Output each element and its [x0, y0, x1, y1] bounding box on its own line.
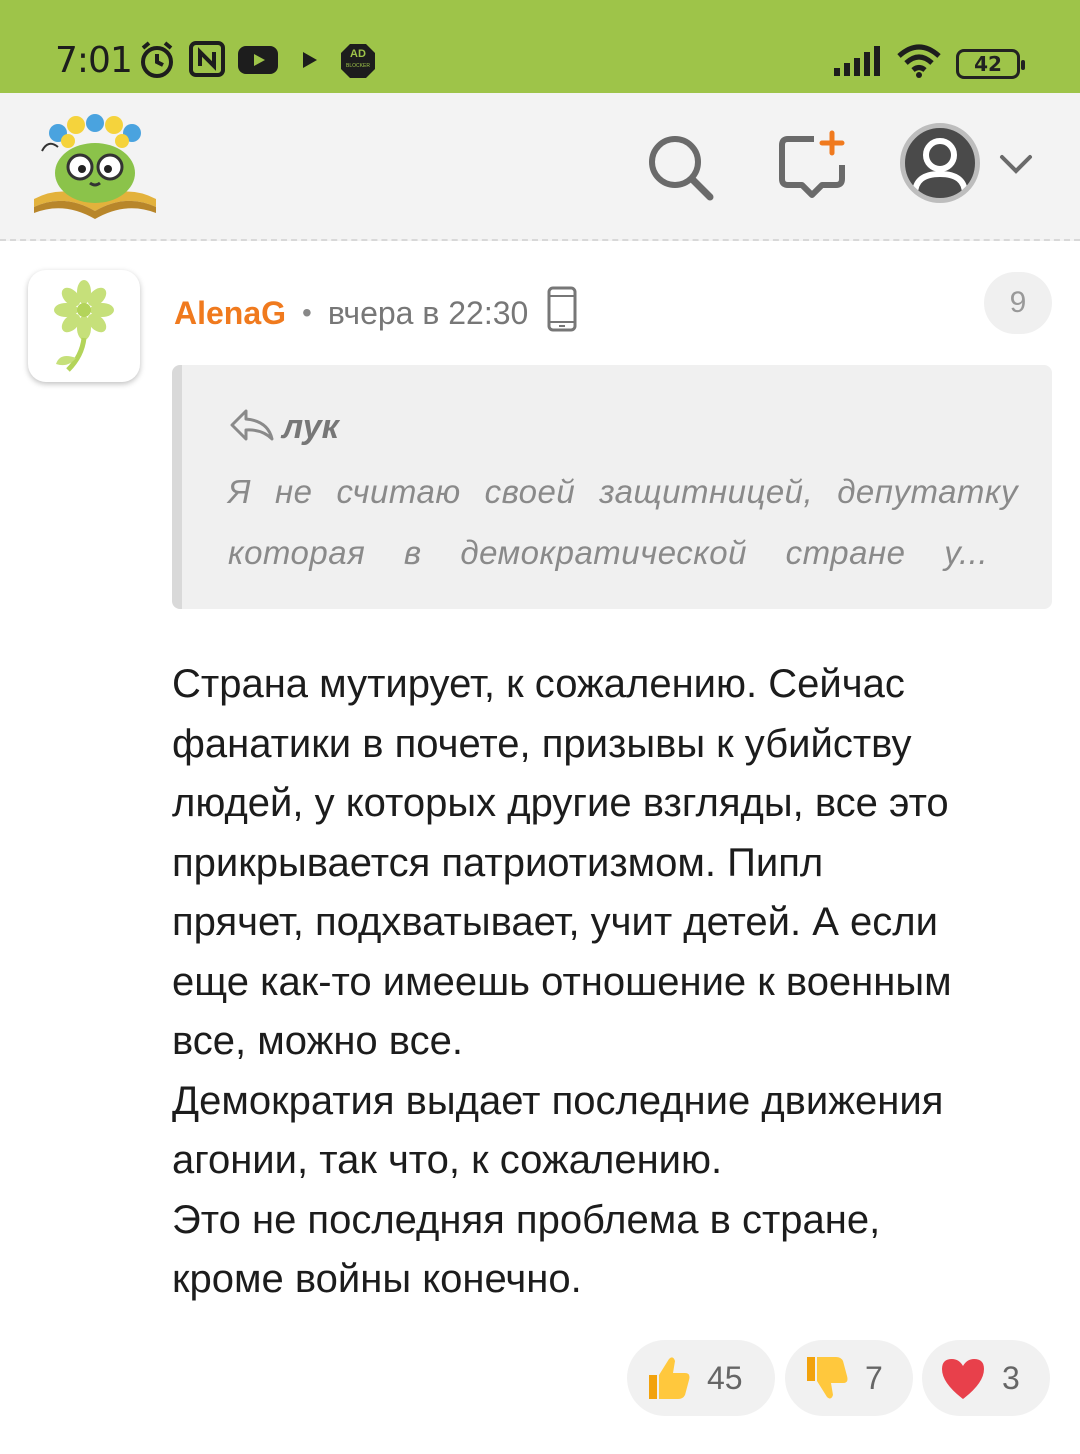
status-time: 7:01: [55, 40, 133, 81]
like-count: 45: [707, 1359, 743, 1396]
meta-separator: •: [302, 297, 312, 328]
body-line: прячет, подхватывает, учит детей. А если: [172, 900, 938, 944]
quote-header: лук: [228, 407, 339, 448]
quote-line: Я не считаю своей защитницей, депутатку: [228, 473, 1018, 510]
signal-icon: [834, 46, 882, 81]
adblock-label: AD: [350, 48, 366, 60]
new-post-icon: [779, 130, 845, 198]
reply-arrow-icon: [228, 407, 276, 448]
quote-text: Я не считаю своей защитницей, депутатку …: [228, 461, 1018, 583]
status-right: 42: [834, 44, 1025, 83]
heart-count: 3: [1002, 1359, 1020, 1396]
body-line: кроме войны конечно.: [172, 1257, 582, 1301]
body-line: прикрывается патриотизмом. Пипл: [172, 840, 824, 885]
quote-line: которая в демократической стране у...: [228, 534, 988, 571]
battery-icon: 42: [956, 48, 1025, 79]
body-line: все, можно все.: [172, 1019, 463, 1063]
new-post-button[interactable]: [772, 127, 852, 207]
user-avatar-icon: [912, 138, 968, 195]
thumbs-down-icon: [801, 1353, 851, 1403]
comment-avatar[interactable]: [28, 270, 140, 382]
search-icon: [649, 136, 714, 201]
like-button[interactable]: 45: [627, 1340, 775, 1416]
status-bar: 7:01 AD BLOCKER 42: [0, 0, 1080, 93]
mobile-device-icon: [546, 286, 578, 340]
heart-icon: [938, 1355, 988, 1401]
nfc-icon: [188, 40, 226, 83]
alarm-icon: [137, 40, 177, 85]
search-button[interactable]: [640, 127, 720, 207]
dislike-button[interactable]: 7: [785, 1340, 913, 1416]
site-logo[interactable]: [28, 111, 162, 221]
thumbs-up-icon: [643, 1353, 693, 1403]
body-line: еще как-то имеешь отношение к военным: [172, 959, 952, 1004]
play-icon: [300, 50, 320, 75]
comment-number-badge[interactable]: 9: [984, 272, 1052, 334]
reactions-bar: 45 7 3: [0, 1340, 1080, 1416]
dislike-count: 7: [865, 1359, 883, 1396]
body-line: Демократия выдает последние движения: [172, 1078, 944, 1123]
body-line: Страна мутирует, к сожалению. Сейчас: [172, 662, 905, 706]
flower-icon: [54, 280, 114, 372]
adblock-sublabel: BLOCKER: [346, 63, 370, 69]
body-line: фанатики в почете, призывы к убийству: [172, 721, 912, 766]
heart-button[interactable]: 3: [922, 1340, 1050, 1416]
comment-meta: AlenaG • вчера в 22:30: [174, 286, 578, 340]
quote-author: лук: [282, 408, 339, 446]
comment-author[interactable]: AlenaG: [174, 295, 286, 332]
app-header: [0, 93, 1080, 241]
battery-level: 42: [974, 51, 1002, 76]
body-line: агонии, так что, к сожалению.: [172, 1138, 723, 1182]
wifi-icon: [896, 44, 942, 83]
youtube-icon: [238, 46, 278, 79]
chevron-down-icon[interactable]: [996, 149, 1036, 179]
adblocker-icon: AD BLOCKER: [340, 43, 376, 84]
comment-time[interactable]: вчера в 22:30: [328, 295, 528, 332]
quote-block[interactable]: лук Я не считаю своей защитницей, депута…: [172, 365, 1052, 609]
comment-body: Страна мутирует, к сожалению. Сейчас фан…: [172, 655, 1062, 1310]
body-line: Это не последняя проблема в стране,: [172, 1197, 881, 1242]
body-line: людей, у которых другие взгляды, все это: [172, 781, 949, 825]
user-avatar-button[interactable]: [900, 123, 980, 203]
comment: AlenaG • вчера в 22:30 9 лук Я не считаю…: [0, 243, 1080, 1454]
